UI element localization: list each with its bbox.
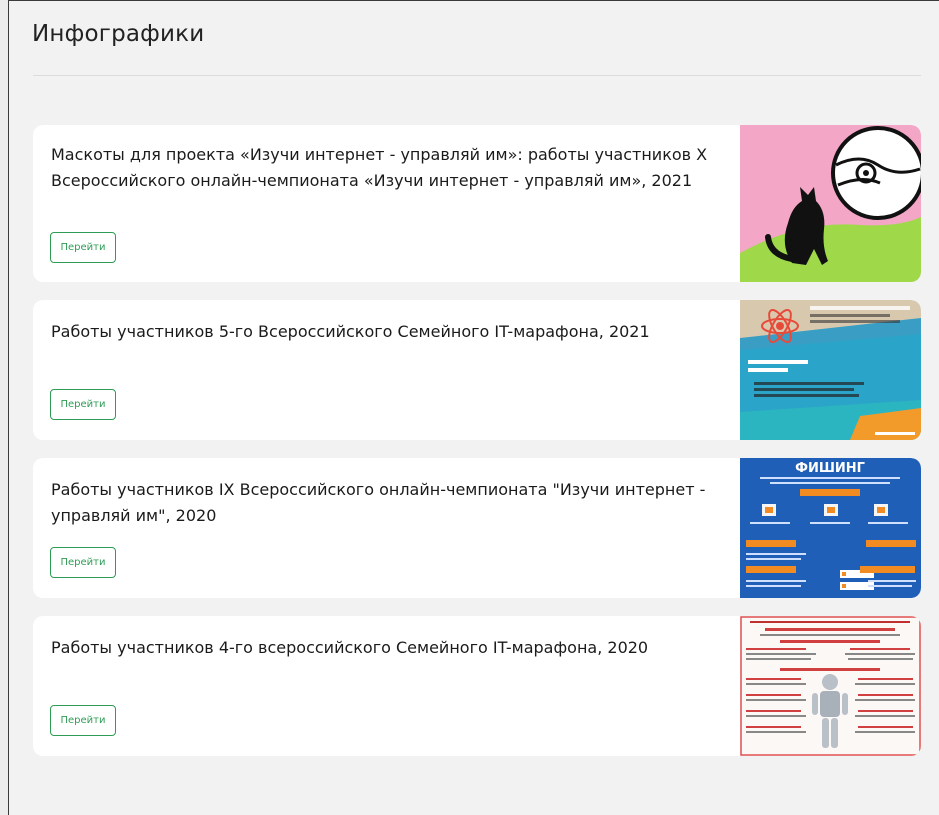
title-divider <box>33 75 921 76</box>
card-title[interactable]: Работы участников IX Всероссийского онла… <box>51 477 721 529</box>
go-button[interactable]: Перейти <box>50 705 116 736</box>
mascot-cat-planet-image[interactable] <box>740 125 921 282</box>
phishing-infographic-image[interactable]: ФИШИНГ <box>740 458 921 598</box>
card-title[interactable]: Работы участников 5-го Всероссийского Се… <box>51 319 721 345</box>
go-button[interactable]: Перейти <box>50 232 116 263</box>
infographic-card: Работы участников 5-го Всероссийского Се… <box>33 300 921 440</box>
infographic-card: Работы участников IX Всероссийского онла… <box>33 458 921 598</box>
go-button[interactable]: Перейти <box>50 389 116 420</box>
image-heading: ФИШИНГ <box>795 461 865 476</box>
robot-infographic-image[interactable] <box>740 616 921 756</box>
infographic-card: Работы участников 4-го всероссийского Се… <box>33 616 921 756</box>
go-button[interactable]: Перейти <box>50 547 116 578</box>
page-title: Инфографики <box>32 21 205 47</box>
internet-safety-poster-image[interactable] <box>740 300 921 440</box>
card-title[interactable]: Маскоты для проекта «Изучи интернет - уп… <box>51 142 721 194</box>
infographic-card: Маскоты для проекта «Изучи интернет - уп… <box>33 125 921 282</box>
card-title[interactable]: Работы участников 4-го всероссийского Се… <box>51 635 721 661</box>
content-frame: Инфографики Маскоты для проекта «Изучи и… <box>8 0 939 815</box>
